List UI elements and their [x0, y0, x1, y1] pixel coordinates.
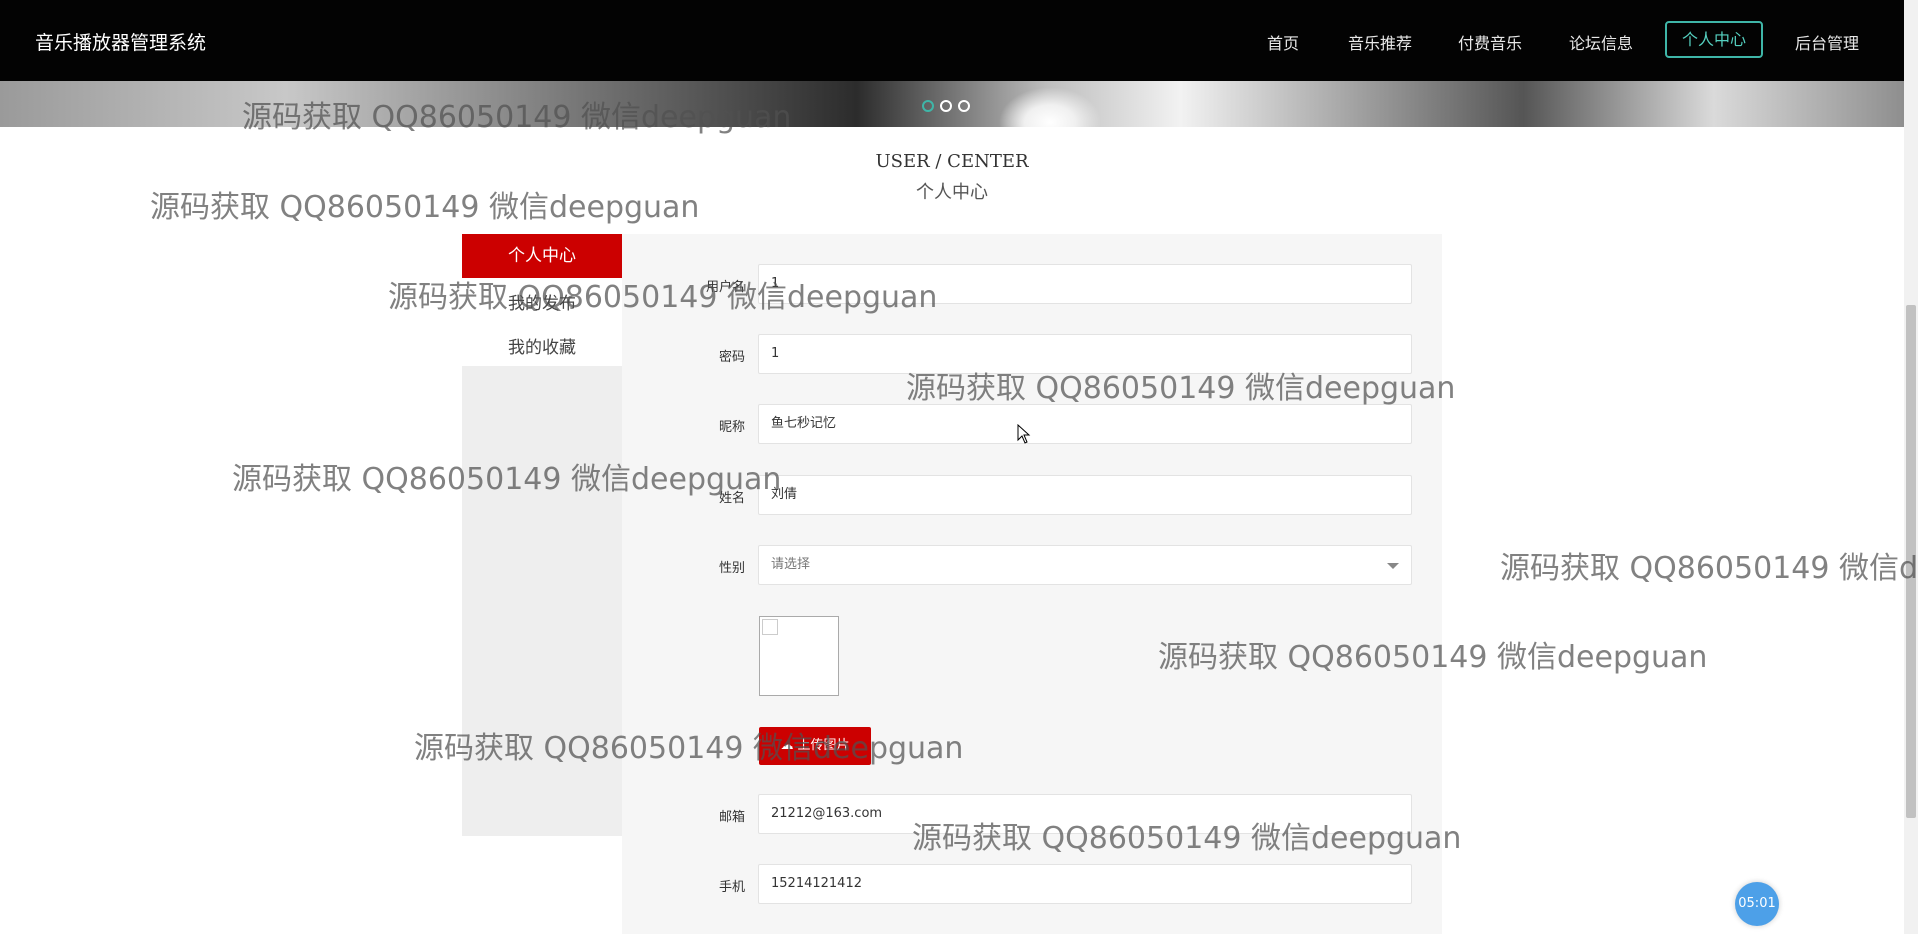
- banner-ornament: [990, 81, 1110, 127]
- phone-field[interactable]: 15214121412: [758, 864, 1412, 904]
- avatar-preview: [759, 616, 839, 696]
- upload-image-label: 上传图片: [797, 738, 850, 753]
- username-field[interactable]: 1: [758, 264, 1412, 304]
- gender-label: 性别: [718, 561, 745, 576]
- nickname-label: 昵称: [718, 420, 745, 435]
- password-label: 密码: [718, 350, 745, 365]
- broken-image-icon: [762, 619, 778, 635]
- nickname-field[interactable]: 鱼七秒记忆: [758, 404, 1412, 444]
- gender-select[interactable]: 请选择: [758, 545, 1412, 585]
- nav-paid-music[interactable]: 付费音乐: [1458, 30, 1522, 54]
- name-label: 姓名: [718, 491, 745, 506]
- watermark: 源码获取 QQ86050149 微信deepguan: [1500, 551, 1918, 586]
- email-label: 邮箱: [718, 810, 745, 825]
- username-label: 用户名: [705, 280, 745, 295]
- nav-forum[interactable]: 论坛信息: [1569, 30, 1633, 54]
- sidebar-item-my-favorites[interactable]: 我的收藏: [462, 333, 622, 358]
- nav-admin[interactable]: 后台管理: [1795, 30, 1859, 54]
- upload-image-button[interactable]: ☁ 上传图片: [759, 727, 871, 765]
- section-title-en: USER / CENTER: [875, 151, 1029, 172]
- email-field[interactable]: 21212@163.com: [758, 794, 1412, 834]
- nav-home[interactable]: 首页: [1267, 30, 1299, 54]
- carousel-dot-1[interactable]: [922, 100, 934, 112]
- nav-user-center[interactable]: 个人中心: [1665, 21, 1763, 58]
- password-field[interactable]: 1: [758, 334, 1412, 374]
- sidebar-item-user-center[interactable]: 个人中心: [462, 234, 622, 278]
- timer-badge[interactable]: 05:01: [1735, 882, 1779, 926]
- chevron-down-icon: [1387, 563, 1399, 569]
- site-brand[interactable]: 音乐播放器管理系统: [35, 28, 206, 55]
- sidebar-item-my-posts[interactable]: 我的发布: [462, 289, 622, 314]
- carousel-dots: [922, 97, 976, 116]
- carousel-dot-2[interactable]: [940, 100, 952, 112]
- name-field[interactable]: 刘倩: [758, 475, 1412, 515]
- scrollbar-thumb[interactable]: [1906, 305, 1916, 818]
- section-title-cn: 个人中心: [916, 182, 988, 203]
- cloud-upload-icon: ☁: [780, 738, 794, 753]
- nav-music-recommend[interactable]: 音乐推荐: [1348, 30, 1412, 54]
- phone-label: 手机: [718, 880, 745, 895]
- mouse-cursor-icon: [1017, 424, 1031, 444]
- carousel-dot-3[interactable]: [958, 100, 970, 112]
- gender-select-value: 请选择: [771, 557, 811, 572]
